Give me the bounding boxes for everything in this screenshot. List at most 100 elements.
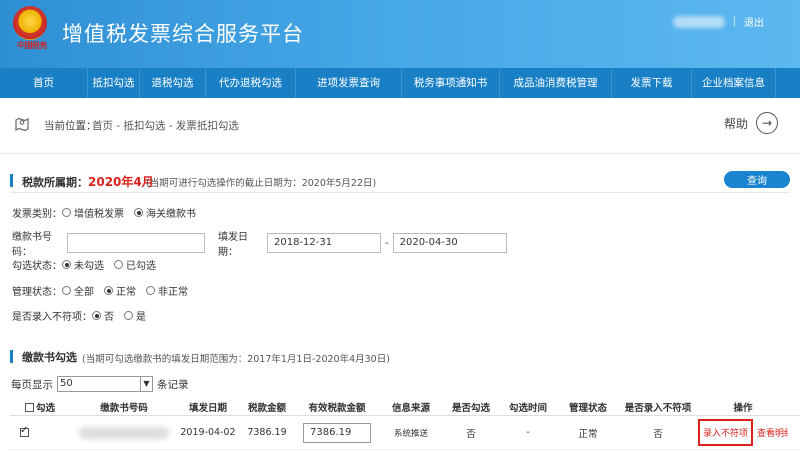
section-title: 缴款书勾选 (22, 351, 77, 364)
breadcrumb: 当前位置： 首页 - 抵扣勾选 - 发票抵扣勾选 帮助 → (0, 98, 800, 154)
section-marker (10, 350, 13, 363)
row-source: 系统推送 (393, 428, 428, 439)
row-checkbox[interactable] (20, 425, 29, 437)
nav-enterprise-info[interactable]: 企业档案信息 (692, 68, 776, 98)
nav-refund-check[interactable]: 退税勾选 (140, 68, 206, 98)
main-nav: 首页 抵扣勾选 退税勾选 代办退税勾选 进项发票查询 税务事项通知书 成品油消费… (0, 68, 800, 98)
nav-invoice-download[interactable]: 发票下载 (612, 68, 692, 98)
col-manage-status: 管理状态 (568, 403, 607, 414)
col-operation: 操作 (733, 403, 753, 414)
period-note: (当期可进行勾选操作的截止日期为：2020年5月22日) (146, 178, 377, 189)
doc-no-input[interactable] (67, 233, 205, 253)
period-label: 税款所属期： (22, 176, 88, 189)
mismatch-no-radio[interactable]: 否 (92, 308, 114, 323)
row-issue-date: 2019-04-02 (180, 427, 236, 438)
arrow-right-icon: → (756, 112, 778, 134)
radio-checked-icon (92, 311, 101, 320)
nav-tax-notice[interactable]: 税务事项通知书 (402, 68, 500, 98)
select-all-checkbox[interactable] (24, 402, 34, 412)
radio-icon (124, 311, 133, 320)
user-area: | 退出 (672, 14, 764, 29)
row-check-time: - (526, 427, 530, 438)
col-valid-tax-amount: 有效税款金额 (308, 403, 366, 414)
manage-status-label: 管理状态： (12, 287, 62, 298)
check-status-row: 勾选状态： 未勾选 已勾选 (12, 257, 166, 272)
col-source: 信息来源 (391, 403, 430, 414)
help-label: 帮助 (723, 116, 748, 131)
table-header: 勾选 缴款书号码 填发日期 税款金额 有效税款金额 信息来源 是否勾选 勾选时间… (10, 398, 800, 416)
chevron-down-icon: ▼ (140, 377, 152, 391)
pager-prefix: 每页显示 (11, 378, 53, 391)
view-detail-link[interactable]: 查看明细 (757, 426, 788, 439)
radio-icon (114, 260, 123, 269)
manage-status-all-radio[interactable]: 全部 (62, 283, 94, 298)
invoice-type-customs-radio[interactable]: 海关缴款书 (134, 205, 196, 220)
manage-status-normal-radio[interactable]: 正常 (104, 283, 136, 298)
option-label: 全部 (74, 287, 94, 298)
option-label: 海关缴款书 (146, 209, 196, 220)
period-value: 2020年4月 (88, 175, 154, 189)
enter-mismatch-link[interactable]: 录入不符项 (698, 419, 754, 446)
issue-date-to-input[interactable]: 2020-04-30 (392, 233, 507, 253)
invoice-type-row: 发票类别： 增值税发票 海关缴款书 (12, 205, 206, 220)
help-button[interactable]: 帮助 → (724, 112, 778, 134)
platform-title: 增值税发票综合服务平台 (62, 22, 304, 46)
option-label: 非正常 (158, 287, 188, 298)
query-button[interactable]: 查询 (724, 171, 790, 188)
mismatch-yes-radio[interactable]: 是 (124, 308, 146, 323)
option-label: 增值税发票 (74, 209, 124, 220)
radio-checked-icon (104, 286, 113, 295)
check-status-unchecked-radio[interactable]: 未勾选 (62, 257, 104, 272)
invoice-type-label: 发票类别： (12, 209, 62, 220)
table-row: 2019-04-02 7386.19 7386.19 系统推送 否 - 正常 否… (10, 416, 800, 450)
emblem-caption: 中国税务 (17, 40, 48, 50)
doc-table: 勾选 缴款书号码 填发日期 税款金额 有效税款金额 信息来源 是否勾选 勾选时间… (10, 398, 800, 450)
header-banner: 中国税务 增值税发票综合服务平台 | 退出 (0, 0, 800, 68)
nav-oil-tax[interactable]: 成品油消费税管理 (500, 68, 612, 98)
option-label: 已勾选 (126, 261, 156, 272)
breadcrumb-path: 首页 - 抵扣勾选 - 发票抵扣勾选 (92, 120, 239, 132)
column-label: 勾选 (35, 403, 55, 414)
date-dash: - (385, 237, 389, 249)
tax-emblem-icon (13, 6, 47, 40)
radio-icon (62, 286, 71, 295)
location-map-icon (15, 117, 29, 132)
check-status-checked-radio[interactable]: 已勾选 (114, 257, 156, 272)
manage-status-row: 管理状态： 全部 正常 非正常 (12, 283, 198, 298)
breadcrumb-label: 当前位置： (44, 120, 97, 132)
col-doc-no: 缴款书号码 (100, 403, 148, 414)
section-marker (10, 174, 13, 187)
manage-status-abnormal-radio[interactable]: 非正常 (146, 283, 188, 298)
radio-icon (62, 208, 71, 217)
doc-date-row: 缴款书号码： 填发日期： 2018-12-31 - 2020-04-30 (12, 228, 507, 258)
period-bar: 税款所属期： 2020年4月 (当期可进行勾选操作的截止日期为：2020年5月2… (10, 169, 790, 193)
nav-deduction-check[interactable]: 抵扣勾选 (88, 68, 140, 98)
row-tax-amount: 7386.19 (247, 427, 287, 438)
row-manage-status: 正常 (578, 428, 598, 440)
doc-no-label: 缴款书号码： (12, 232, 52, 258)
issue-date-from-input[interactable]: 2018-12-31 (267, 233, 381, 253)
col-check: 勾选 (10, 398, 70, 416)
nav-agent-refund-check[interactable]: 代办退税勾选 (206, 68, 296, 98)
col-check-time: 勾选时间 (508, 403, 547, 414)
doc-no-redacted (79, 426, 169, 439)
option-label: 否 (104, 312, 114, 323)
issue-date-label: 填发日期： (218, 232, 248, 258)
pager-suffix: 条记录 (157, 378, 189, 391)
radio-checked-icon (134, 208, 143, 217)
row-doc-no (70, 426, 178, 439)
row-valid-cell: 7386.19 (296, 422, 378, 443)
col-tax-amount: 税款金额 (247, 403, 286, 414)
valid-tax-amount-input[interactable]: 7386.19 (303, 422, 371, 443)
row-operation: 录入不符项 查看明细 (698, 419, 788, 446)
doc-check-section: 缴款书勾选 (当期可勾选缴款书的填发日期范围为：2017年1月1日-2020年4… (10, 346, 790, 366)
invoice-type-vat-radio[interactable]: 增值税发票 (62, 205, 124, 220)
separator: | (732, 16, 736, 27)
logout-link[interactable]: 退出 (744, 14, 764, 29)
nav-home[interactable]: 首页 (0, 68, 88, 98)
nav-input-invoice-query[interactable]: 进项发票查询 (296, 68, 402, 98)
check-status-label: 勾选状态： (12, 261, 62, 272)
col-mismatch: 是否录入不符项 (624, 403, 692, 414)
option-label: 是 (136, 312, 146, 323)
page-size-select[interactable]: 50 ▼ (57, 376, 153, 392)
